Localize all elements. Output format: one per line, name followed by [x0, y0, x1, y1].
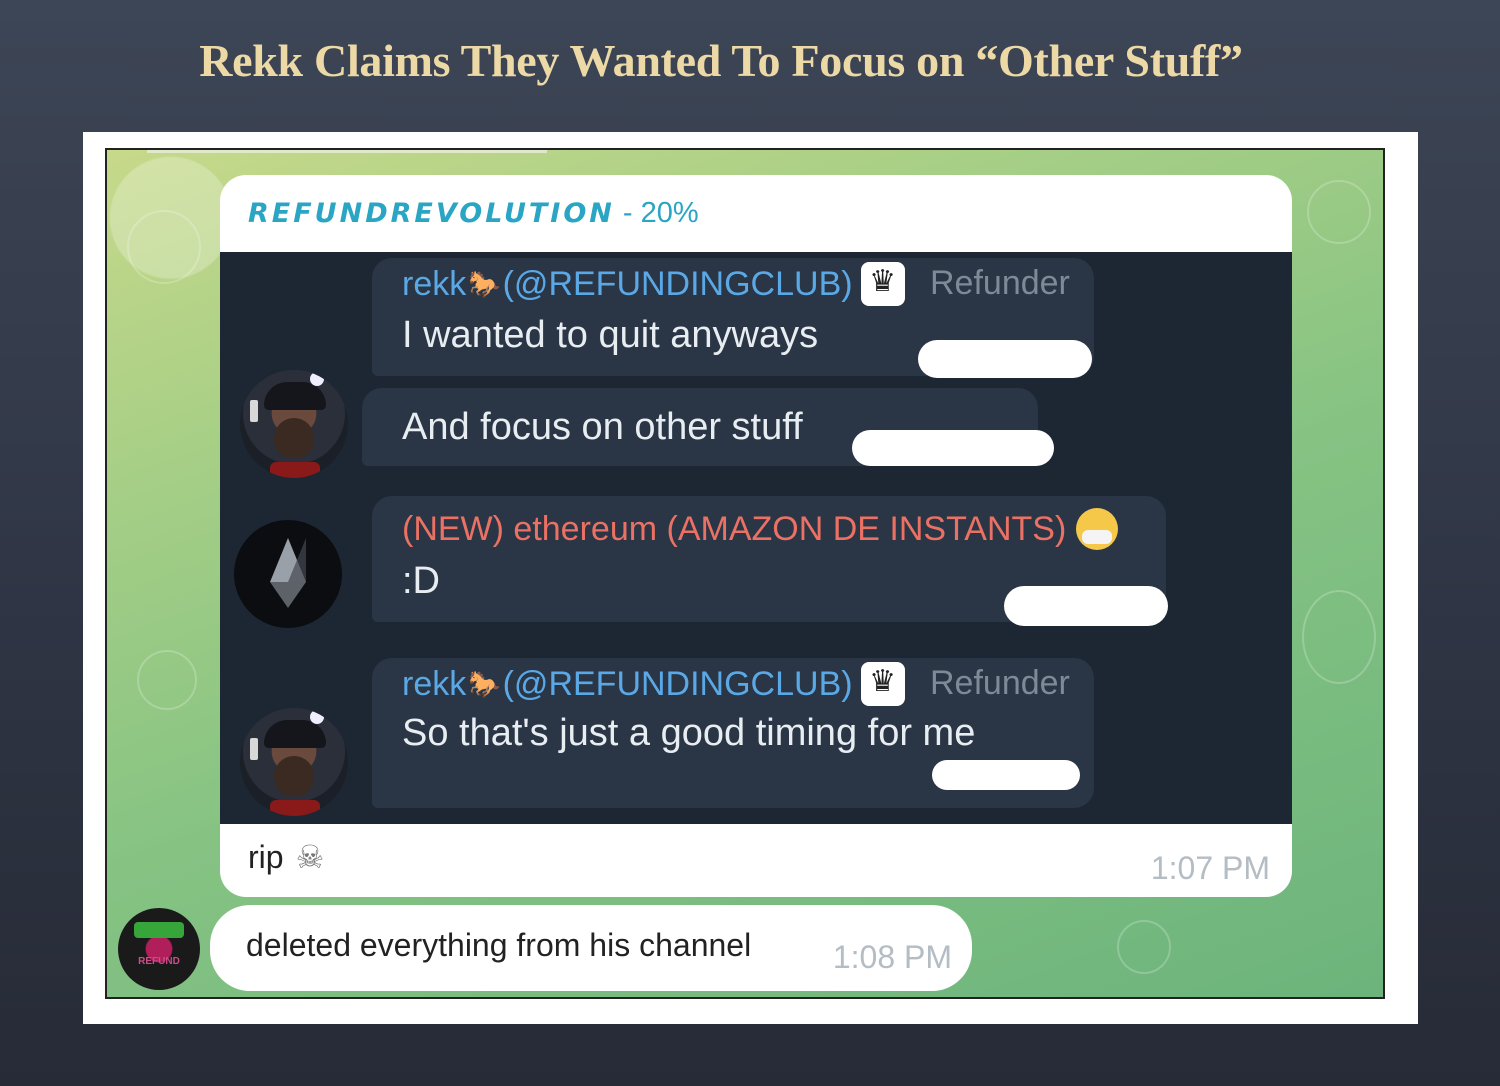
horse-emoji-icon: 🐎 [468, 668, 501, 699]
crown-badge-icon: ♛ [860, 262, 905, 306]
message-text: :D [402, 560, 440, 602]
sender-handle: (@REFUNDINGCLUB) [502, 664, 853, 703]
forwarded-post-card[interactable]: REFUNDREVOLUTION - 20% rekk 🐎 (@REFUNDIN… [220, 175, 1292, 897]
background-doodle [137, 650, 197, 710]
message-text: I wanted to quit anyways [402, 314, 819, 356]
ethereum-avatar[interactable] [234, 520, 342, 628]
post-timestamp: 1:07 PM [1150, 850, 1270, 886]
background-doodle [1117, 920, 1171, 974]
user-avatar[interactable] [240, 708, 348, 816]
message-sender: rekk 🐎 (@REFUNDINGCLUB) ♛ [402, 662, 905, 706]
channel-avatar[interactable]: REFUND [118, 908, 200, 990]
user-avatar[interactable] [240, 370, 348, 478]
redaction-mark [852, 430, 1054, 466]
post-caption: rip ☠ [248, 839, 325, 875]
background-doodle [127, 210, 201, 284]
message-text: And focus on other stuff [402, 406, 803, 448]
background-doodle [1307, 180, 1371, 244]
skull-icon: ☠ [295, 839, 325, 875]
mask-face-emoji-icon [1076, 508, 1119, 550]
crown-badge-icon: ♛ [860, 662, 905, 706]
post-footer: rip ☠ 1:07 PM [220, 824, 1292, 897]
background-doodle [1302, 590, 1376, 684]
sender-rank: Refunder [930, 264, 1070, 302]
redaction-mark [932, 760, 1080, 790]
channel-suffix: - 20% [622, 197, 699, 229]
embedded-screenshot: rekk 🐎 (@REFUNDINGCLUB) ♛ Refunder I wan… [220, 252, 1292, 824]
sender-name: (NEW) ethereum (AMAZON DE INSTANTS) [402, 509, 1067, 548]
horse-emoji-icon: 🐎 [468, 268, 501, 299]
sender-handle: (@REFUNDINGCLUB) [502, 264, 853, 303]
reply-text: deleted everything from his channel [246, 927, 752, 963]
chat-background: REFUNDREVOLUTION - 20% rekk 🐎 (@REFUNDIN… [105, 148, 1385, 999]
sender-rank: Refunder [930, 664, 1070, 702]
reply-bubble[interactable]: deleted everything from his channel 1:08… [210, 905, 972, 991]
redaction-mark [1004, 586, 1168, 626]
screenshot-frame: REFUNDREVOLUTION - 20% rekk 🐎 (@REFUNDIN… [83, 132, 1418, 1024]
post-header: REFUNDREVOLUTION - 20% [248, 197, 699, 237]
message-sender: (NEW) ethereum (AMAZON DE INSTANTS) [402, 508, 1119, 550]
slide-title: Rekk Claims They Wanted To Focus on “Oth… [199, 35, 1243, 86]
sender-name: rekk [402, 264, 467, 303]
message-text: So that's just a good timing for me [402, 712, 976, 754]
message-sender: rekk 🐎 (@REFUNDINGCLUB) ♛ [402, 262, 905, 306]
redaction-mark [918, 340, 1092, 378]
channel-name[interactable]: REFUNDREVOLUTION [248, 198, 615, 229]
reply-timestamp: 1:08 PM [832, 939, 952, 975]
cropped-top-bar [147, 150, 547, 153]
sender-name: rekk [402, 664, 467, 703]
